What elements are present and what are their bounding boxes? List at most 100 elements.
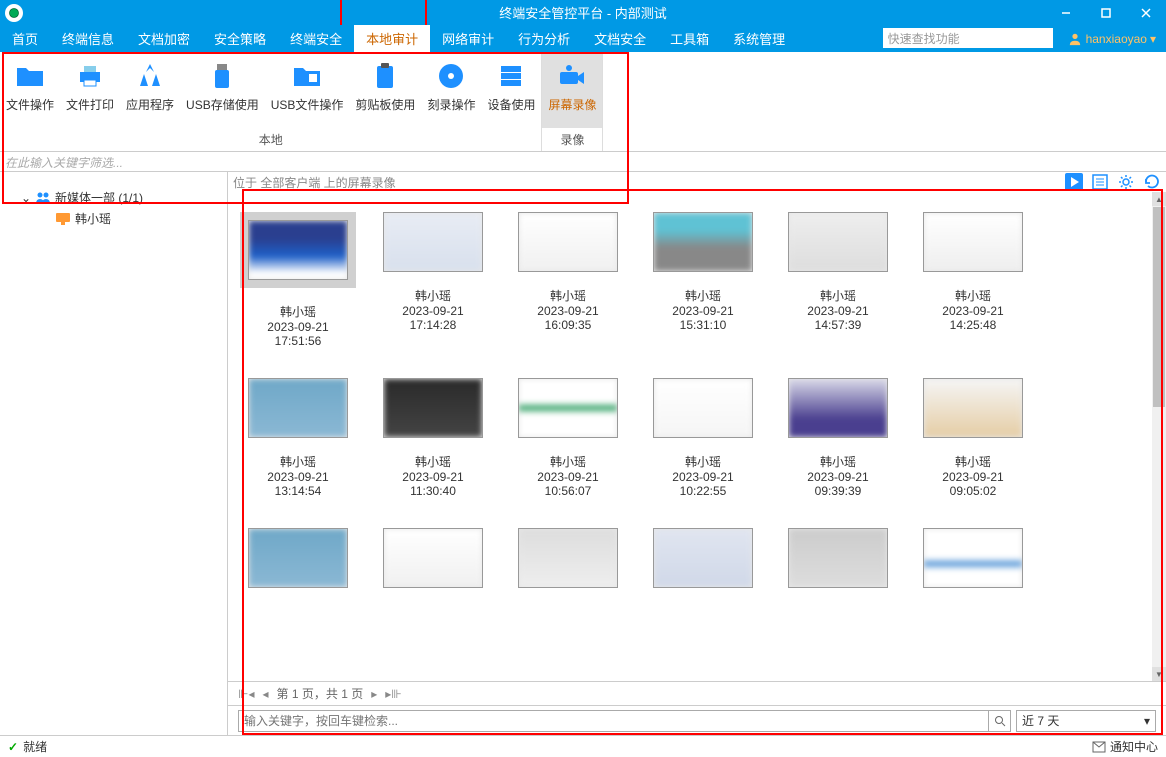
app-logo [5, 4, 23, 22]
server-icon [495, 60, 527, 92]
ribbon-usb-file-ops[interactable]: USB文件操作 [265, 52, 350, 128]
menu-terminal-security[interactable]: 终端安全 [278, 25, 354, 52]
ribbon-group-record: 屏幕录像 录像 [542, 52, 603, 151]
page-next[interactable]: ▸ [371, 687, 377, 701]
minimize-button[interactable] [1046, 0, 1086, 25]
maximize-button[interactable] [1086, 0, 1126, 25]
ribbon-burn[interactable]: 刻录操作 [421, 52, 481, 128]
close-button[interactable] [1126, 0, 1166, 25]
thumbnail-item[interactable]: 韩小瑶 2023-09-21 10:22:55 [648, 378, 758, 498]
thumbnail-item[interactable]: 韩小瑶 2023-09-21 09:05:02 [918, 378, 1028, 498]
ribbon-group-local: 文件操作 文件打印 应用程序 USB存储使用 USB文件操作 剪贴板使用 [0, 52, 542, 151]
scroll-up[interactable]: ▲ [1152, 192, 1166, 206]
thumbnail-item[interactable]: 韩小瑶 2023-09-21 11:30:40 [378, 378, 488, 498]
menu-terminal-info[interactable]: 终端信息 [50, 25, 126, 52]
page-prev[interactable]: ◂ [262, 687, 268, 701]
monitor-icon [55, 212, 71, 226]
keyword-search[interactable] [239, 711, 988, 731]
thumbnail-name: 韩小瑶 [280, 303, 316, 320]
gear-icon[interactable] [1117, 173, 1135, 191]
thumbnail-item[interactable] [783, 528, 893, 603]
menubar: 首页 终端信息 文档加密 安全策略 终端安全 本地审计 网络审计 行为分析 文档… [0, 25, 1166, 52]
thumbnail-date: 2023-09-21 [267, 320, 328, 334]
ribbon-apps[interactable]: 应用程序 [120, 52, 180, 128]
ribbon-clipboard[interactable]: 剪贴板使用 [349, 52, 421, 128]
thumbnail-item[interactable]: 韩小瑶 2023-09-21 17:14:28 [378, 212, 488, 348]
menu-system-mgmt[interactable]: 系统管理 [721, 25, 797, 52]
thumbnail-item[interactable]: 韩小瑶 2023-09-21 14:25:48 [918, 212, 1028, 348]
play-icon[interactable] [1065, 173, 1083, 191]
scroll-down[interactable]: ▼ [1152, 667, 1166, 681]
breadcrumb-text: 位于 全部客户端 上的屏幕录像 [233, 174, 1065, 191]
ribbon-device[interactable]: 设备使用 [481, 52, 541, 128]
scroll-thumb[interactable] [1153, 207, 1165, 407]
thumbnail-time: 17:14:28 [410, 318, 457, 332]
scrollbar[interactable]: ▲ ▼ [1152, 192, 1166, 681]
menu-doc-security[interactable]: 文档安全 [582, 25, 658, 52]
thumbnail-name: 韩小瑶 [280, 453, 316, 470]
ribbon-file-print[interactable]: 文件打印 [60, 52, 120, 128]
ribbon: 文件操作 文件打印 应用程序 USB存储使用 USB文件操作 剪贴板使用 [0, 52, 1166, 152]
thumbnail-item[interactable]: 韩小瑶 2023-09-21 13:14:54 [243, 378, 353, 498]
tree-child[interactable]: 韩小瑶 [0, 208, 227, 229]
thumbnail-name: 韩小瑶 [415, 453, 451, 470]
search-button[interactable] [988, 711, 1010, 731]
menu-toolbox[interactable]: 工具箱 [658, 25, 721, 52]
thumbnail-time: 10:22:55 [680, 484, 727, 498]
thumbnail-item[interactable]: 韩小瑶 2023-09-21 10:56:07 [513, 378, 623, 498]
thumbnail-time: 16:09:35 [545, 318, 592, 332]
status-text: 就绪 [23, 738, 47, 755]
thumbnail-image [653, 212, 753, 272]
thumbnail-item[interactable] [243, 528, 353, 603]
thumbnail-item[interactable]: 韩小瑶 2023-09-21 14:57:39 [783, 212, 893, 348]
thumbnail-time: 17:51:56 [275, 334, 322, 348]
thumbnail-image [248, 528, 348, 588]
thumbnail-item[interactable]: 韩小瑶 2023-09-21 09:39:39 [783, 378, 893, 498]
thumbnail-name: 韩小瑶 [550, 287, 586, 304]
thumbnail-item[interactable]: 韩小瑶 2023-09-21 16:09:35 [513, 212, 623, 348]
quick-search[interactable]: 快速查找功能 [883, 28, 1053, 48]
thumbnail-time: 13:14:54 [275, 484, 322, 498]
thumbnail-time: 09:39:39 [815, 484, 862, 498]
menu-network-audit[interactable]: 网络审计 [430, 25, 506, 52]
page-last[interactable]: ▸⊪ [385, 687, 401, 701]
printer-icon [74, 60, 106, 92]
thumbnail-image [383, 212, 483, 272]
thumbnail-name: 韩小瑶 [820, 453, 856, 470]
thumbnail-item[interactable] [378, 528, 488, 603]
menu-behavior-analysis[interactable]: 行为分析 [506, 25, 582, 52]
notification-center[interactable]: 通知中心 [1092, 738, 1158, 755]
user-menu[interactable]: hanxiaoyao ▾ [1058, 25, 1166, 52]
thumbnail-time: 14:25:48 [950, 318, 997, 332]
titlebar: 终端安全管控平台 - 内部测试 [0, 0, 1166, 25]
refresh-icon[interactable] [1143, 173, 1161, 191]
thumbnail-item[interactable] [513, 528, 623, 603]
time-filter[interactable]: 近 7 天 ▾ [1016, 710, 1156, 732]
apps-icon [134, 60, 166, 92]
thumbnail-image [248, 378, 348, 438]
thumbnail-time: 15:31:10 [680, 318, 727, 332]
page-first[interactable]: ⊪◂ [238, 687, 254, 701]
tree-parent[interactable]: ⌄ 新媒体一部 (1/1) [0, 187, 227, 208]
content-header: 位于 全部客户端 上的屏幕录像 [228, 172, 1166, 192]
folder-icon [14, 60, 46, 92]
ribbon-file-ops[interactable]: 文件操作 [0, 52, 60, 128]
thumbnail-name: 韩小瑶 [685, 453, 721, 470]
tree-collapse-icon[interactable]: ⌄ [20, 191, 32, 205]
filter-input[interactable]: 在此输入关键字筛选... [0, 152, 1166, 172]
sidebar: ⌄ 新媒体一部 (1/1) 韩小瑶 [0, 172, 228, 735]
ribbon-usb-storage[interactable]: USB存储使用 [180, 52, 265, 128]
tree-child-label: 韩小瑶 [75, 210, 111, 227]
thumbnail-item[interactable] [648, 528, 758, 603]
thumbnail-image [788, 378, 888, 438]
menu-security-policy[interactable]: 安全策略 [202, 25, 278, 52]
thumbnail-item[interactable]: 韩小瑶 2023-09-21 15:31:10 [648, 212, 758, 348]
list-icon[interactable] [1091, 173, 1109, 191]
thumbnail-item[interactable]: 韩小瑶 2023-09-21 17:51:56 [243, 212, 353, 348]
menu-home[interactable]: 首页 [0, 25, 50, 52]
thumbnail-item[interactable] [918, 528, 1028, 603]
pagination: ⊪◂ ◂ 第 1 页，共 1 页 ▸ ▸⊪ [228, 681, 1166, 705]
menu-doc-encrypt[interactable]: 文档加密 [126, 25, 202, 52]
ribbon-screen-record[interactable]: 屏幕录像 [542, 52, 602, 128]
menu-local-audit[interactable]: 本地审计 [354, 25, 430, 52]
